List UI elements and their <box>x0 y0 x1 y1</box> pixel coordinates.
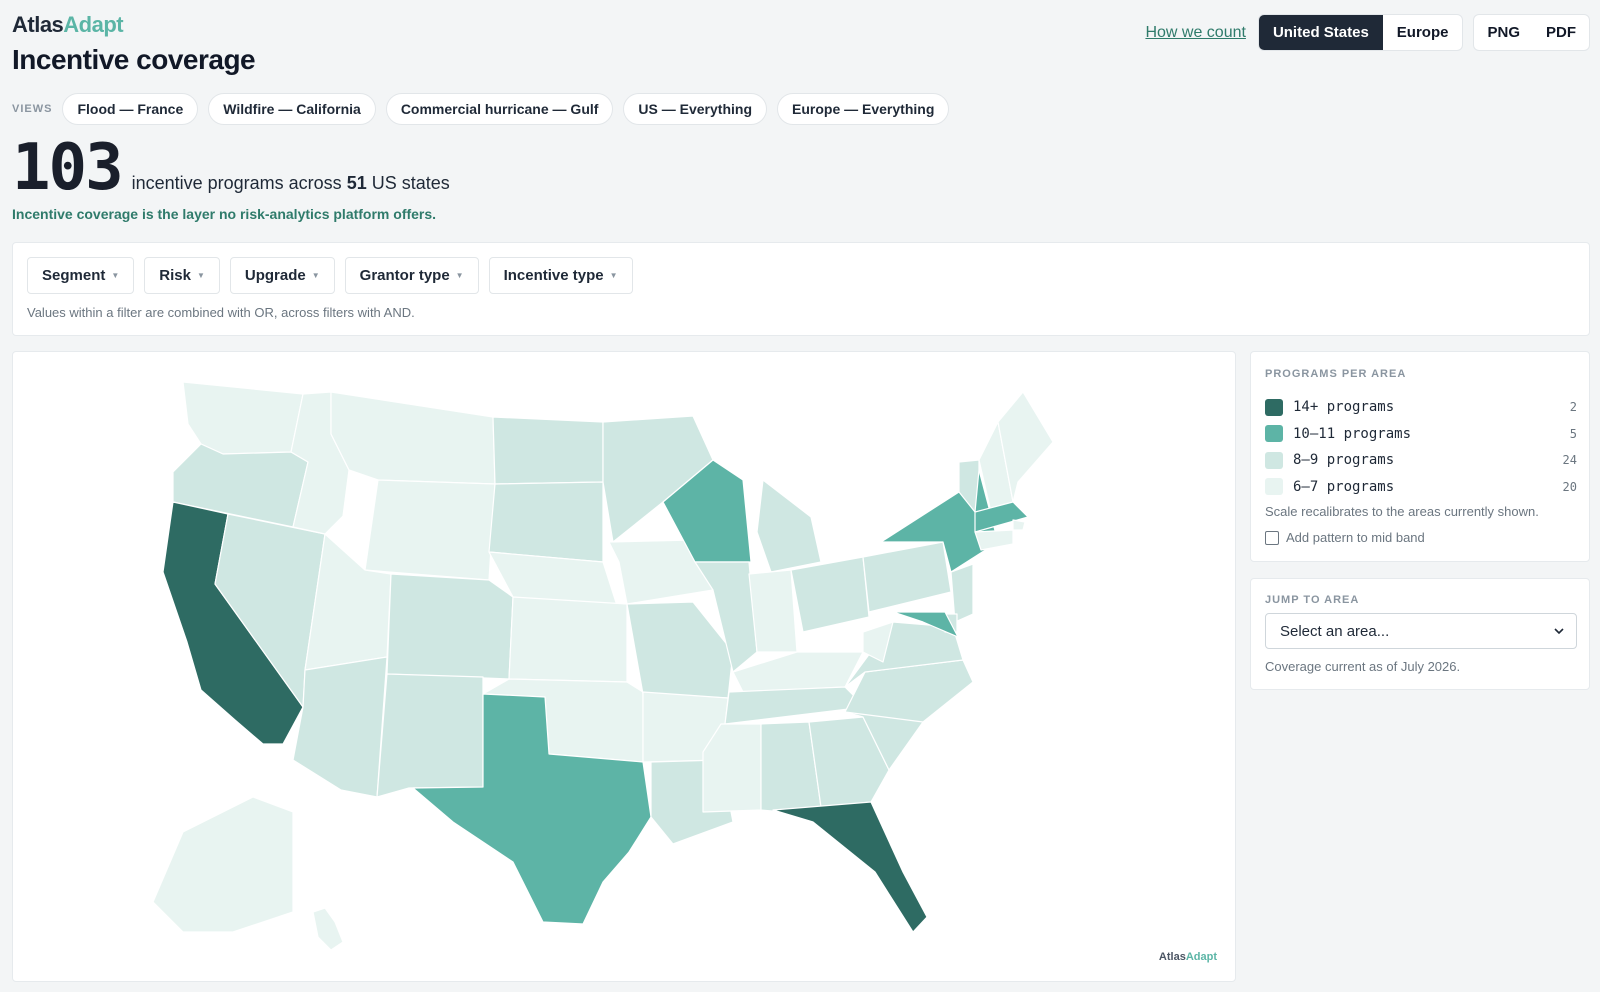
legend-list: 14+ programs 2 10–11 programs 5 8–9 prog… <box>1265 394 1577 500</box>
summary-stat: 103 incentive programs across 51 US stat… <box>12 136 450 200</box>
legend-item[interactable]: 10–11 programs 5 <box>1265 421 1577 448</box>
tagline: Incentive coverage is the layer no risk-… <box>12 206 437 222</box>
map-panel: WashingtonOregonCaliforniaNevadaIdahoMon… <box>12 351 1236 982</box>
page-title: Incentive coverage <box>12 44 256 75</box>
legend-item-count: 24 <box>1562 453 1577 468</box>
state-north-dakota[interactable]: North Dakota <box>492 416 604 485</box>
map-watermark: AtlasAdapt <box>1159 951 1217 963</box>
filter-grantor-type-button[interactable]: Grantor type ▼ <box>344 257 479 294</box>
legend-item-count: 20 <box>1562 479 1577 494</box>
view-chip-europe-everything[interactable]: Europe — Everything <box>777 93 950 125</box>
filter-incentive-type-button[interactable]: Incentive type ▼ <box>488 257 633 294</box>
filter-grantor-type-label: Grantor type <box>359 267 450 284</box>
area-count: 51 <box>346 173 367 193</box>
caret-down-icon: ▼ <box>609 271 618 280</box>
view-chip-commercial-hurricane-gulf[interactable]: Commercial hurricane — Gulf <box>385 93 614 125</box>
filter-risk-button[interactable]: Risk ▼ <box>144 257 220 294</box>
filter-incentive-type-label: Incentive type <box>503 267 604 284</box>
state-michigan[interactable]: Michigan <box>756 479 822 573</box>
legend-swatch <box>1265 425 1283 443</box>
state-new-jersey[interactable]: New Jersey <box>950 563 974 623</box>
summary-text: incentive programs across 51 US states <box>132 173 450 194</box>
region-europe-button[interactable]: Europe <box>1383 15 1463 50</box>
filter-upgrade-button[interactable]: Upgrade ▼ <box>229 257 335 294</box>
chevron-down-icon <box>1554 628 1564 635</box>
brand-logo-part2: Adapt <box>63 12 124 37</box>
state-south-dakota[interactable]: South Dakota <box>488 481 604 563</box>
legend-item-label: 14+ programs <box>1293 399 1395 416</box>
filter-bar: Segment ▼ Risk ▼ Upgrade ▼ Grantor type ▼ In… <box>12 242 1590 336</box>
jump-panel: JUMP TO AREA Select an area... Coverage … <box>1250 578 1590 690</box>
state-connecticut[interactable]: Connecticut <box>974 529 1014 551</box>
state-new-mexico[interactable]: New Mexico <box>376 673 484 798</box>
header-actions: How we count United States Europe PNG PD… <box>1145 14 1590 51</box>
legend-swatch <box>1265 451 1283 469</box>
export-png-button[interactable]: PNG <box>1474 15 1533 50</box>
summary-text-before: incentive programs across <box>131 173 342 193</box>
caret-down-icon: ▼ <box>111 271 120 280</box>
legend-item[interactable]: 8–9 programs 24 <box>1265 447 1577 474</box>
brand-logo: AtlasAdapt <box>12 12 124 38</box>
state-florida[interactable]: Florida <box>772 801 928 933</box>
state-kansas[interactable]: Kansas <box>508 596 628 683</box>
legend-item-label: 10–11 programs <box>1293 425 1412 442</box>
state-arizona[interactable]: Arizona <box>292 656 388 798</box>
view-chip-us-everything[interactable]: US — Everything <box>623 93 768 125</box>
legend-item-count: 2 <box>1569 400 1577 415</box>
map-watermark-part1: Atlas <box>1158 951 1186 963</box>
pattern-toggle[interactable]: Add pattern to mid band <box>1265 530 1425 545</box>
region-united-states-button[interactable]: United States <box>1258 15 1383 50</box>
filter-risk-label: Risk <box>159 267 191 284</box>
state-alaska[interactable]: Alaska <box>152 796 294 933</box>
legend-item[interactable]: 6–7 programs 20 <box>1265 474 1577 501</box>
us-choropleth-map: WashingtonOregonCaliforniaNevadaIdahoMon… <box>152 381 1054 951</box>
legend-swatch <box>1265 398 1283 416</box>
view-chip-flood-france[interactable]: Flood — France <box>62 93 199 125</box>
state-missouri[interactable]: Missouri <box>626 601 734 699</box>
export-group: PNG PDF <box>1473 14 1590 51</box>
coverage-note: Coverage current as of July 2026. <box>1265 659 1461 674</box>
legend-heading: PROGRAMS PER AREA <box>1265 368 1407 380</box>
state-rhode-island[interactable]: Rhode Island <box>1012 519 1026 531</box>
pattern-checkbox[interactable] <box>1265 530 1279 545</box>
export-pdf-button[interactable]: PDF <box>1533 15 1589 50</box>
legend-item[interactable]: 14+ programs 2 <box>1265 394 1577 421</box>
program-count: 103 <box>12 131 124 205</box>
saved-views: VIEWS Flood — France Wildfire — Californ… <box>12 93 950 125</box>
legend-item-count: 5 <box>1569 426 1577 441</box>
filter-segment-button[interactable]: Segment ▼ <box>27 257 135 294</box>
area-select[interactable]: Select an area... <box>1265 613 1577 649</box>
filter-note: Values within a filter are combined with… <box>27 305 415 320</box>
legend-item-label: 8–9 programs <box>1293 452 1395 469</box>
filter-segment-label: Segment <box>42 267 106 284</box>
state-montana[interactable]: Montana <box>330 391 496 485</box>
state-kentucky[interactable]: Kentucky <box>732 651 864 693</box>
state-washington[interactable]: Washington <box>182 381 304 455</box>
legend-panel: PROGRAMS PER AREA 14+ programs 2 10–11 p… <box>1250 351 1590 562</box>
summary-text-after: US states <box>371 173 450 193</box>
views-label: VIEWS <box>12 103 53 115</box>
state-hawaii[interactable]: Hawaii <box>312 907 344 951</box>
jump-heading: JUMP TO AREA <box>1265 594 1360 606</box>
map-watermark-part2: Adapt <box>1185 951 1217 963</box>
scale-note: Scale recalibrates to the areas currentl… <box>1265 504 1539 519</box>
legend-item-label: 6–7 programs <box>1293 478 1395 495</box>
caret-down-icon: ▼ <box>311 271 320 280</box>
state-wyoming[interactable]: Wyoming <box>364 479 496 581</box>
brand-logo-part1: Atlas <box>12 12 64 37</box>
state-colorado[interactable]: Colorado <box>386 573 514 680</box>
caret-down-icon: ▼ <box>196 271 205 280</box>
area-select-value: Select an area... <box>1280 622 1390 640</box>
caret-down-icon: ▼ <box>455 271 464 280</box>
filter-upgrade-label: Upgrade <box>244 267 306 284</box>
state-indiana[interactable]: Indiana <box>748 569 798 653</box>
state-pennsylvania[interactable]: Pennsylvania <box>862 541 952 613</box>
pattern-label: Add pattern to mid band <box>1286 530 1425 545</box>
view-chip-wildfire-california[interactable]: Wildfire — California <box>208 93 376 125</box>
how-we-count-link[interactable]: How we count <box>1145 24 1246 42</box>
region-toggle: United States Europe <box>1257 14 1464 51</box>
state-ohio[interactable]: Ohio <box>790 556 870 633</box>
legend-swatch <box>1265 478 1283 496</box>
